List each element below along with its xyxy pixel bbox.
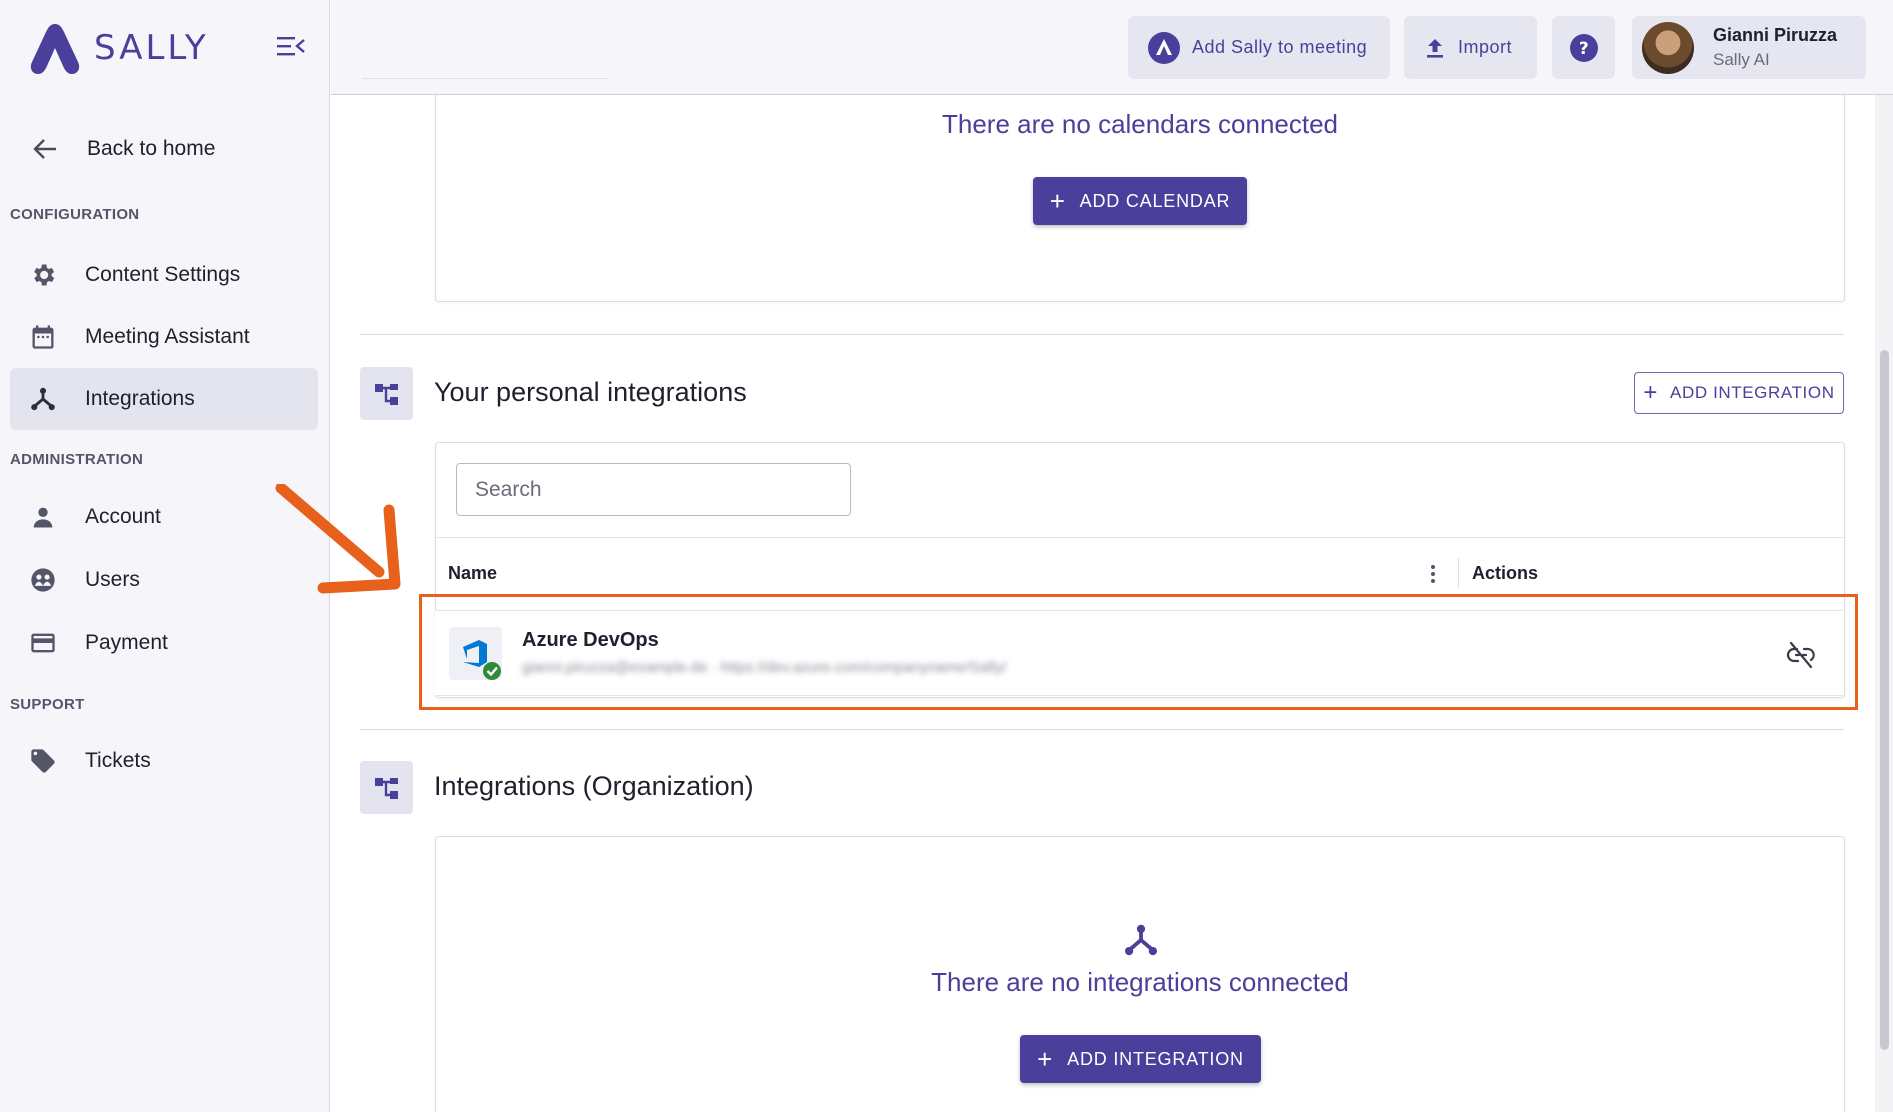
top-bar: Add Sally to meeting Import ? Gianni Pir… bbox=[331, 0, 1893, 95]
column-menu-button[interactable] bbox=[1426, 563, 1440, 590]
collapse-sidebar-button[interactable] bbox=[276, 34, 306, 58]
add-org-integration-button[interactable]: + ADD INTEGRATION bbox=[1020, 1035, 1261, 1083]
credit-card-icon bbox=[28, 628, 58, 658]
menu-collapse-icon bbox=[277, 37, 305, 56]
link-off-icon bbox=[1786, 641, 1815, 669]
hierarchy-icon bbox=[374, 383, 398, 405]
integrations-icon bbox=[1125, 924, 1157, 956]
user-name: Gianni Piruzza bbox=[1713, 25, 1838, 45]
sally-logo-icon bbox=[30, 24, 80, 74]
sidebar-item-users[interactable]: Users bbox=[10, 549, 318, 611]
back-to-home-link[interactable]: Back to home bbox=[10, 124, 318, 174]
avatar bbox=[1642, 21, 1694, 74]
arrow-left-icon bbox=[33, 139, 56, 159]
calendars-card: There are no calendars connected + ADD C… bbox=[435, 70, 1845, 302]
add-sally-to-meeting-button[interactable]: Add Sally to meeting bbox=[1128, 16, 1390, 79]
import-label: Import bbox=[1458, 37, 1513, 57]
sidebar-item-account[interactable]: Account bbox=[10, 486, 318, 548]
personal-integrations-title: Your personal integrations bbox=[434, 377, 747, 407]
azure-devops-icon bbox=[449, 627, 502, 680]
help-button[interactable]: ? bbox=[1552, 16, 1615, 79]
section-divider bbox=[360, 334, 1844, 335]
person-icon bbox=[28, 502, 58, 532]
sidebar-item-label: Tickets bbox=[85, 749, 151, 772]
calendars-empty-text: There are no calendars connected bbox=[941, 109, 1339, 139]
brand-name: SALLY bbox=[94, 28, 209, 68]
scrollbar-thumb[interactable] bbox=[1880, 350, 1889, 1050]
column-header-actions: Actions bbox=[1472, 563, 1539, 583]
section-divider bbox=[360, 729, 1844, 730]
sidebar-item-content-settings[interactable]: Content Settings bbox=[10, 244, 318, 306]
add-sally-label: Add Sally to meeting bbox=[1192, 37, 1368, 57]
plus-icon: + bbox=[1643, 379, 1659, 406]
hierarchy-icon bbox=[374, 777, 398, 799]
user-org: Sally AI bbox=[1713, 50, 1770, 69]
sidebar-item-meeting-assistant[interactable]: Meeting Assistant bbox=[10, 306, 318, 368]
sidebar-item-payment[interactable]: Payment bbox=[10, 612, 318, 674]
add-integration-label: ADD INTEGRATION bbox=[1670, 383, 1835, 402]
sidebar-item-label: Content Settings bbox=[85, 263, 241, 286]
org-integrations-title: Integrations (Organization) bbox=[434, 771, 754, 801]
app-root: SALLY Back to home CONFIGURATION Content… bbox=[0, 0, 1893, 1112]
sidebar-item-integrations[interactable]: Integrations bbox=[10, 368, 318, 430]
column-separator bbox=[1458, 558, 1459, 588]
integration-name: Azure DevOps bbox=[522, 629, 659, 651]
upload-icon bbox=[1427, 38, 1443, 58]
integrations-icon bbox=[28, 384, 58, 414]
annotation-arrow-icon bbox=[275, 484, 401, 594]
org-integrations-card: There are no integrations connected + AD… bbox=[435, 836, 1845, 1112]
import-button[interactable]: Import bbox=[1404, 16, 1537, 79]
unlink-button[interactable] bbox=[1785, 639, 1817, 671]
user-menu[interactable]: Gianni Piruzza Sally AI bbox=[1632, 16, 1866, 79]
add-integration-label: ADD INTEGRATION bbox=[1067, 1048, 1244, 1069]
table-row[interactable]: Azure DevOps gianni.piruzza@example.de ·… bbox=[435, 610, 1843, 696]
integration-details: gianni.piruzza@example.de · https://dev.… bbox=[522, 659, 1007, 676]
more-vertical-icon bbox=[1431, 565, 1435, 583]
add-personal-integration-button[interactable]: + ADD INTEGRATION bbox=[1634, 372, 1844, 414]
calendar-icon bbox=[28, 322, 58, 352]
org-integrations-empty-text: There are no integrations connected bbox=[931, 967, 1349, 997]
column-header-name[interactable]: Name bbox=[448, 563, 497, 584]
table-header-divider bbox=[436, 537, 1844, 538]
users-icon bbox=[28, 565, 58, 595]
tab-underline bbox=[362, 78, 608, 79]
section-configuration: CONFIGURATION bbox=[10, 206, 140, 223]
back-to-home-label: Back to home bbox=[87, 137, 216, 160]
sally-logo-icon bbox=[1148, 31, 1180, 64]
integrations-section-icon bbox=[360, 367, 413, 420]
plus-icon: + bbox=[1049, 186, 1066, 216]
section-administration: ADMINISTRATION bbox=[10, 451, 144, 468]
add-calendar-label: ADD CALENDAR bbox=[1079, 190, 1231, 211]
gear-icon bbox=[28, 260, 58, 290]
sidebar-item-label: Account bbox=[85, 505, 161, 528]
sidebar-item-label: Users bbox=[85, 568, 140, 591]
brand-logo[interactable]: SALLY bbox=[26, 20, 209, 76]
add-calendar-button[interactable]: + ADD CALENDAR bbox=[1033, 177, 1247, 225]
section-support: SUPPORT bbox=[10, 696, 85, 713]
sidebar-item-label: Integrations bbox=[85, 387, 195, 410]
tag-icon bbox=[28, 746, 58, 776]
sidebar-item-tickets[interactable]: Tickets bbox=[10, 730, 318, 792]
help-icon: ? bbox=[1569, 33, 1598, 62]
sidebar-item-label: Meeting Assistant bbox=[85, 325, 250, 348]
search-input[interactable] bbox=[456, 463, 851, 516]
org-integrations-section-icon bbox=[360, 761, 413, 814]
sidebar-item-label: Payment bbox=[85, 631, 168, 654]
svg-text:?: ? bbox=[1578, 39, 1588, 59]
plus-icon: + bbox=[1037, 1044, 1054, 1074]
